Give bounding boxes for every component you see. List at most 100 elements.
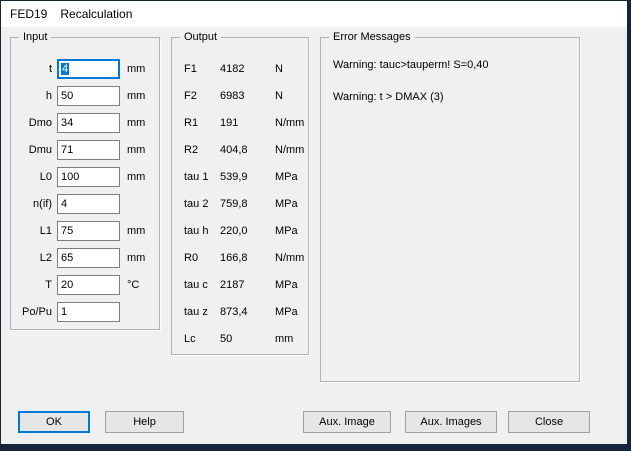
input-field-label: T [11,279,52,291]
input-field-value: 71 [61,144,73,156]
output-unit: mm [275,333,293,345]
input-row: T 20 °C [11,275,159,295]
input-field-unit: mm [127,117,145,129]
output-row: F2 6983 N [172,82,308,109]
input-groupbox-label: Input [19,30,51,44]
output-value: 4182 [220,63,275,75]
input-field-label: L0 [11,171,52,183]
window-title: Recalculation [60,7,132,21]
output-row: tau 2 759,8 MPa [172,190,308,217]
input-field[interactable]: 20 [57,275,120,295]
output-name: tau h [184,225,220,237]
input-row: L1 75 mm [11,221,159,241]
output-row: R1 191 N/mm [172,109,308,136]
input-field-label: n(if) [11,198,52,210]
output-unit: MPa [275,306,298,318]
close-button[interactable]: Close [508,411,590,433]
input-field-unit: mm [127,252,145,264]
help-button[interactable]: Help [105,411,184,433]
input-field-value: 4 [61,198,67,210]
output-name: R0 [184,252,220,264]
input-field-label: Dmo [11,117,52,129]
output-value: 404,8 [220,144,275,156]
output-name: tau 1 [184,171,220,183]
output-name: R1 [184,117,220,129]
input-field-unit: mm [127,144,145,156]
input-field-label: Po/Pu [11,306,52,318]
output-value: 166,8 [220,252,275,264]
output-value: 6983 [220,90,275,102]
output-value: 2187 [220,279,275,291]
input-field-value: 100 [61,171,79,183]
output-name: tau c [184,279,220,291]
input-fields-list: t 4 mm h 50 mm [11,59,159,322]
aux-images-button[interactable]: Aux. Images [405,411,497,433]
dialog-window: FED19 Recalculation Input t 4 mm [1,1,627,444]
input-field-value: 34 [61,117,73,129]
input-field-label: L2 [11,252,52,264]
input-field-value: 1 [61,306,67,318]
input-field-label: L1 [11,225,52,237]
title-bar[interactable]: FED19 Recalculation [1,1,627,27]
output-row: tau c 2187 MPa [172,271,308,298]
input-field-value: 65 [61,252,73,264]
screen-background: FED19 Recalculation Input t 4 mm [0,0,631,451]
output-row: F1 4182 N [172,55,308,82]
output-value: 50 [220,333,275,345]
input-field-unit: mm [127,225,145,237]
output-name: F2 [184,90,220,102]
input-field[interactable]: 71 [57,140,120,160]
output-row: R0 166,8 N/mm [172,244,308,271]
input-row: L2 65 mm [11,248,159,268]
input-field[interactable]: 75 [57,221,120,241]
output-unit: N [275,90,283,102]
output-unit: MPa [275,171,298,183]
output-row: Lc 50 mm [172,325,308,352]
input-field[interactable]: 4 [57,194,120,214]
output-name: Lc [184,333,220,345]
output-groupbox: Output F1 4182 N F2 6983 N [171,37,309,355]
input-field-value: 20 [61,279,73,291]
input-field-value: 75 [61,225,73,237]
input-field-value: 4 [61,63,69,75]
output-value: 873,4 [220,306,275,318]
error-messages-groupbox: Error Messages Warning: tauc>tauperm! S=… [320,37,580,382]
input-field[interactable]: 100 [57,167,120,187]
input-row: t 4 mm [11,59,159,79]
output-row: tau z 873,4 MPa [172,298,308,325]
input-field-label: h [11,90,52,102]
input-field-label: t [11,63,52,75]
input-groupbox: Input t 4 mm h 50 [10,37,160,330]
output-unit: MPa [275,198,298,210]
output-groupbox-label: Output [180,30,221,44]
output-unit: N/mm [275,252,304,264]
output-name: tau z [184,306,220,318]
ok-button[interactable]: OK [18,411,90,433]
error-messages-groupbox-label: Error Messages [329,30,415,44]
output-value: 191 [220,117,275,129]
output-unit: N/mm [275,117,304,129]
error-message: Warning: tauc>tauperm! S=0,40 [333,58,573,72]
output-row: tau 1 539,9 MPa [172,163,308,190]
error-message: Warning: t > DMAX (3) [333,90,573,104]
input-field[interactable]: 50 [57,86,120,106]
aux-image-button[interactable]: Aux. Image [303,411,391,433]
error-messages-list: Warning: tauc>tauperm! S=0,40 Warning: t… [333,58,573,122]
input-row: n(if) 4 [11,194,159,214]
input-field-unit: °C [127,279,139,291]
input-field[interactable]: 34 [57,113,120,133]
output-row: tau h 220,0 MPa [172,217,308,244]
output-name: R2 [184,144,220,156]
output-unit: MPa [275,279,298,291]
input-field[interactable]: 4 [57,59,120,79]
input-field-label: Dmu [11,144,52,156]
input-field[interactable]: 65 [57,248,120,268]
output-unit: N/mm [275,144,304,156]
output-unit: N [275,63,283,75]
input-field[interactable]: 1 [57,302,120,322]
output-value: 220,0 [220,225,275,237]
app-name: FED19 [10,7,47,21]
input-field-value: 50 [61,90,73,102]
input-row: Dmu 71 mm [11,140,159,160]
input-row: L0 100 mm [11,167,159,187]
